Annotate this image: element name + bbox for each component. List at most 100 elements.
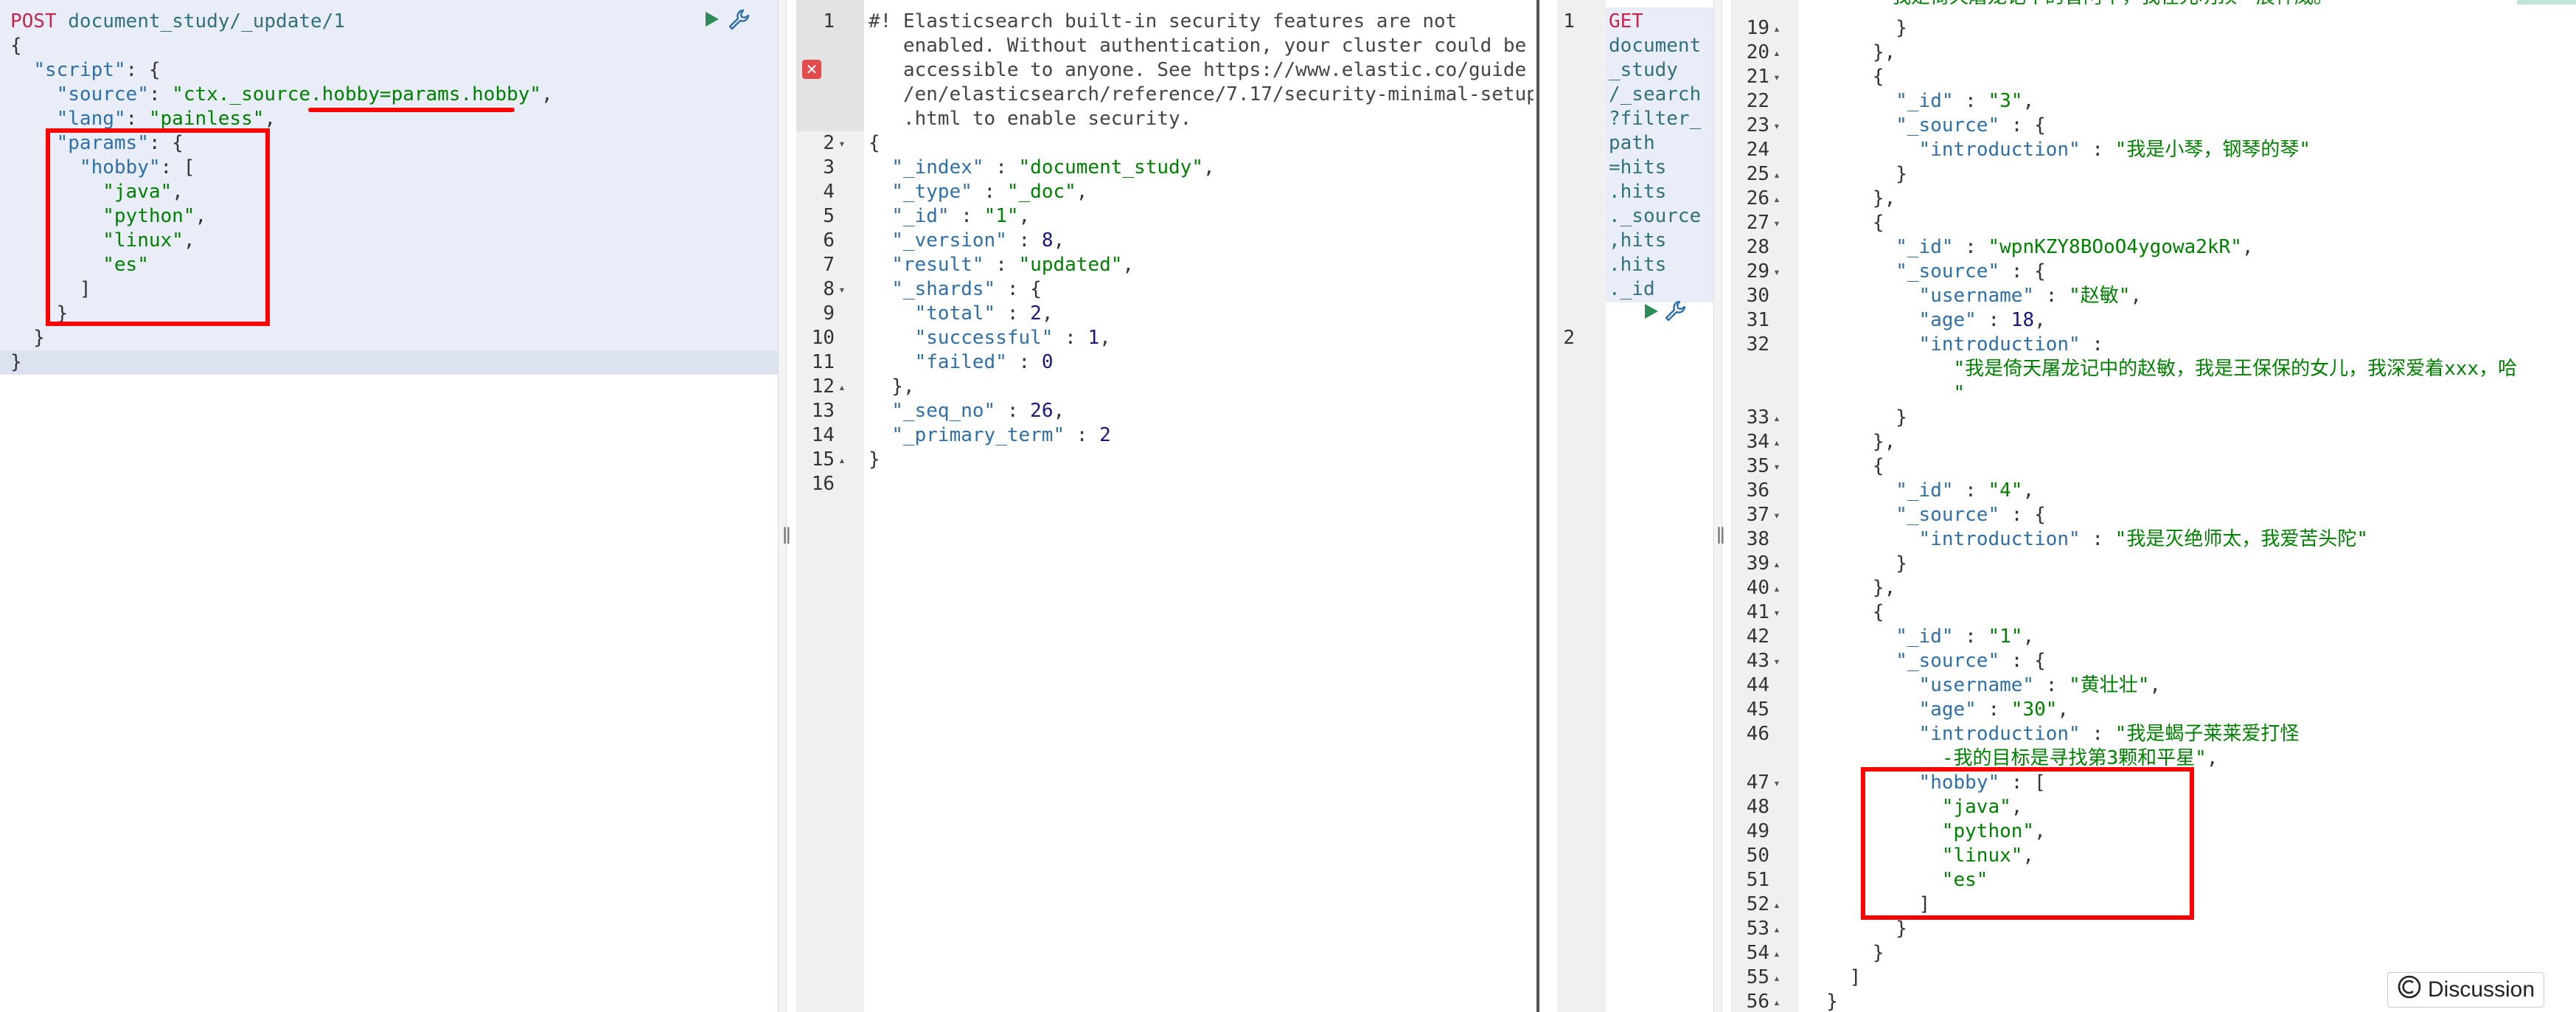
code-token: : bbox=[949, 205, 984, 227]
line-number-row bbox=[1557, 229, 1590, 253]
line-number: 50 bbox=[1746, 845, 1769, 867]
code-token: "username" bbox=[1918, 285, 2035, 307]
line-number-row: 32 bbox=[1731, 333, 1784, 357]
fold-toggle-icon[interactable]: ▴ bbox=[1769, 16, 1784, 41]
fold-toggle-icon[interactable]: ▾ bbox=[835, 131, 849, 156]
code-token: : bbox=[984, 156, 1019, 179]
line-number: 20 bbox=[1746, 41, 1769, 63]
fold-toggle-icon[interactable]: ▴ bbox=[1769, 576, 1784, 600]
code-line: } bbox=[1803, 16, 2517, 41]
code-token: 0 bbox=[1041, 351, 1054, 373]
right-splitter-grip[interactable]: ǁ bbox=[1716, 524, 1725, 544]
code-token: "document_study" bbox=[1018, 156, 1203, 179]
run-icon[interactable] bbox=[1643, 302, 1660, 325]
line-number: 36 bbox=[1746, 479, 1769, 502]
line-number-row: 10 bbox=[796, 326, 849, 350]
right-request-code[interactable]: GET document _study/_search ?filter_ path =hi… bbox=[1609, 10, 1701, 326]
wrench-icon[interactable] bbox=[1663, 299, 1687, 327]
wrench-icon[interactable] bbox=[727, 7, 751, 36]
code-token: : bbox=[1976, 309, 2011, 331]
fold-toggle-icon[interactable]: ▴ bbox=[1769, 917, 1784, 941]
line-number-row: 38 bbox=[1731, 527, 1784, 552]
run-icon[interactable] bbox=[704, 10, 720, 33]
fold-toggle-icon[interactable]: ▴ bbox=[1769, 162, 1784, 187]
right-request-editor[interactable]: 12 GET document _study/_search ?filter_ path… bbox=[1557, 0, 1713, 1012]
window-edge bbox=[1539, 0, 1557, 1012]
fold-toggle-icon[interactable]: ▾ bbox=[1769, 600, 1784, 625]
left-splitter-grip[interactable]: ǁ bbox=[782, 524, 791, 544]
code-token: "updated" bbox=[1018, 254, 1123, 276]
fold-toggle-icon[interactable]: ▴ bbox=[1769, 187, 1784, 211]
line-number-row bbox=[1731, 746, 1784, 771]
left-request-editor[interactable]: POST document_study/_update/1{ "script":… bbox=[0, 0, 778, 1012]
code-line: #! Elasticsearch built-in security featu… bbox=[868, 10, 1534, 34]
fold-toggle-icon[interactable]: ▴ bbox=[1769, 990, 1784, 1012]
code-token: 18 bbox=[2011, 309, 2035, 331]
fold-toggle-icon[interactable]: ▴ bbox=[1769, 941, 1784, 966]
fold-toggle-icon[interactable]: ▾ bbox=[1769, 260, 1784, 284]
code-token: "total" bbox=[914, 302, 996, 325]
code-token: "4" bbox=[1988, 479, 2023, 502]
fold-toggle-icon[interactable]: ▾ bbox=[1769, 503, 1784, 527]
code-line: } bbox=[1803, 552, 2517, 576]
fold-toggle-icon[interactable]: ▾ bbox=[1769, 454, 1784, 479]
fold-toggle-icon[interactable]: ▴ bbox=[1769, 552, 1784, 576]
code-line: { bbox=[1803, 454, 2517, 479]
line-number: 3 bbox=[823, 156, 835, 179]
code-line: }, bbox=[1803, 576, 2517, 600]
code-token: "successful" bbox=[914, 327, 1054, 349]
code-token: /en/elasticsearch/reference/7.17/securit… bbox=[868, 83, 1534, 105]
fold-toggle-icon[interactable]: ▴ bbox=[1769, 406, 1784, 430]
code-line: "introduction" : bbox=[1803, 333, 2517, 357]
code-token: : bbox=[1953, 236, 1988, 258]
code-line: document bbox=[1609, 34, 1701, 58]
left-splitter[interactable] bbox=[778, 0, 787, 1012]
fold-toggle-icon[interactable]: ▾ bbox=[835, 277, 849, 302]
fold-toggle-icon[interactable]: ▾ bbox=[1769, 114, 1784, 138]
fold-toggle-icon[interactable]: ▴ bbox=[1769, 966, 1784, 990]
code-token: "_id" bbox=[1896, 479, 1954, 502]
line-number-row: 52 ▴ bbox=[1731, 893, 1784, 917]
code-token: "script" bbox=[33, 59, 126, 81]
code-line: } bbox=[868, 448, 1534, 472]
right-splitter[interactable] bbox=[1713, 0, 1722, 1012]
line-number-row: 30 bbox=[1731, 284, 1784, 308]
fold-toggle-icon[interactable]: ▴ bbox=[835, 375, 849, 399]
code-token: : bbox=[995, 302, 1031, 325]
code-token: -我的目标是寻找第3颗和平星" bbox=[1941, 747, 2207, 769]
line-number: 6 bbox=[823, 229, 835, 252]
fold-toggle-icon[interactable]: ▾ bbox=[1769, 771, 1784, 795]
fold-toggle-icon[interactable]: ▾ bbox=[1769, 649, 1784, 673]
fold-toggle-icon[interactable]: ▴ bbox=[1769, 41, 1784, 65]
right-response-viewer[interactable]: 我是倚天屠龙记中的曾阿牛，我在光明顶一展神威。 19▴20▴21▾2223▾24… bbox=[1731, 0, 2576, 1012]
line-number: 40 bbox=[1746, 577, 1769, 599]
middle-response-viewer[interactable]: 1 2 ▾ 3 4 5 6 7 8 ▾ 9 10 11 12 ▴ 13 14 15 ▴ 16 ✕ #! Elastic… bbox=[796, 0, 1534, 1012]
line-number: 51 bbox=[1746, 869, 1769, 891]
line-number-row: 55 ▴ bbox=[1731, 966, 1784, 990]
line-number: 48 bbox=[1746, 796, 1769, 818]
code-token: : bbox=[972, 181, 1007, 203]
line-number-row: 35 ▾ bbox=[1731, 454, 1784, 479]
fold-toggle-icon[interactable]: ▾ bbox=[1769, 65, 1784, 89]
line-number-row: 12 ▴ bbox=[796, 375, 849, 399]
code-token: } bbox=[1803, 406, 1907, 429]
discussion-button[interactable]: Discussion bbox=[2387, 972, 2545, 1008]
fold-toggle-icon[interactable]: ▴ bbox=[1769, 430, 1784, 454]
code-line: "_id" : "1", bbox=[868, 204, 1534, 229]
code-line: "age" : "30", bbox=[1803, 698, 2517, 722]
code-line: "_id" : "3", bbox=[1803, 89, 2517, 114]
fold-toggle-icon[interactable]: ▴ bbox=[1769, 893, 1784, 917]
fold-toggle-icon[interactable]: ▴ bbox=[835, 448, 849, 472]
line-number: 2 bbox=[1563, 327, 1575, 349]
fold-toggle-icon[interactable]: ▾ bbox=[1769, 211, 1784, 235]
